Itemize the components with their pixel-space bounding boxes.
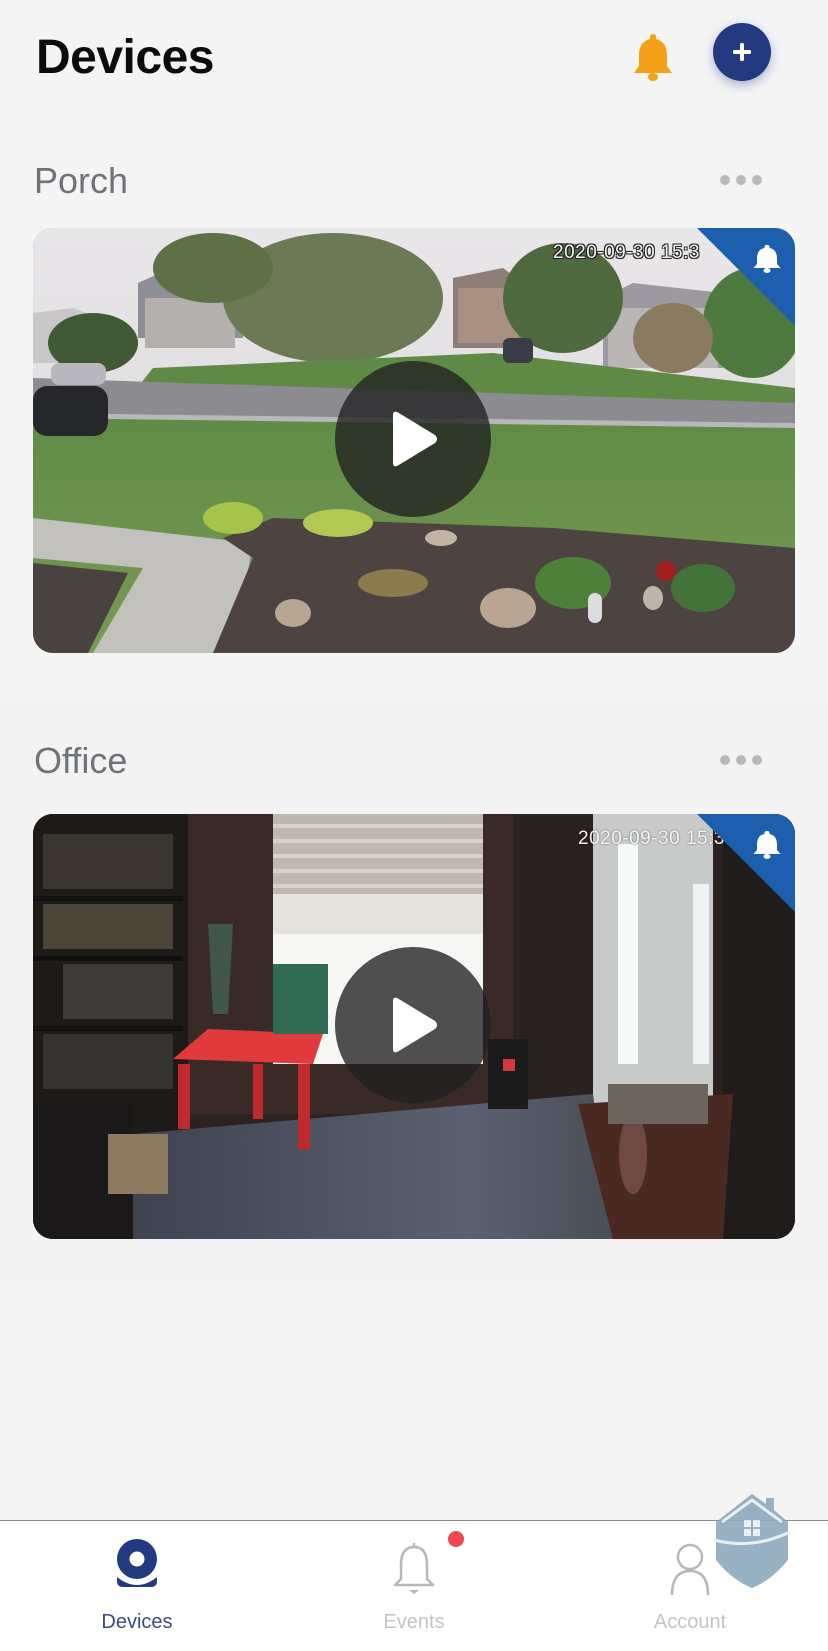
tab-label: Events	[383, 1611, 445, 1633]
device-section-porch: Porch 2020-09-30 15:3	[0, 120, 828, 700]
device-section-office: Office 2020-09-30 15:3	[0, 700, 828, 1280]
camera-preview[interactable]: 2020-09-30 15:3	[33, 228, 795, 653]
tab-devices[interactable]: Devices	[37, 1521, 237, 1651]
more-horizontal-icon	[720, 755, 730, 765]
play-button[interactable]	[335, 361, 491, 517]
motion-alert-flag[interactable]	[697, 814, 795, 912]
device-menu-button[interactable]	[720, 170, 774, 190]
dot	[736, 755, 746, 765]
snapshot-timestamp: 2020-09-30 15:3	[553, 242, 700, 263]
device-name: Office	[34, 740, 128, 781]
motion-alert-flag[interactable]	[697, 228, 795, 326]
dot	[752, 175, 762, 185]
camera-preview[interactable]: 2020-09-30 15:3	[33, 814, 795, 1239]
header: Devices	[0, 0, 828, 120]
house-shield-icon	[713, 1494, 791, 1588]
play-button[interactable]	[335, 947, 491, 1103]
bell-outline-icon	[393, 1543, 435, 1594]
notifications-button[interactable]	[630, 32, 676, 84]
bell-icon	[634, 34, 672, 81]
tab-events[interactable]: Events	[314, 1521, 514, 1651]
play-icon	[393, 997, 437, 1053]
plus-icon	[733, 43, 751, 61]
tab-bar: Devices Events Account	[0, 1520, 828, 1651]
add-device-button[interactable]	[713, 23, 771, 81]
play-icon	[393, 411, 437, 467]
tab-label: Devices	[101, 1611, 173, 1633]
person-icon	[670, 1543, 710, 1596]
camera-icon	[117, 1539, 157, 1587]
dot	[752, 755, 762, 765]
device-menu-button[interactable]	[720, 750, 774, 770]
more-horizontal-icon	[720, 175, 730, 185]
tab-label: Account	[653, 1611, 727, 1633]
page-title: Devices	[36, 31, 214, 84]
device-name: Porch	[34, 160, 129, 201]
dot	[736, 175, 746, 185]
unread-badge	[448, 1531, 464, 1547]
